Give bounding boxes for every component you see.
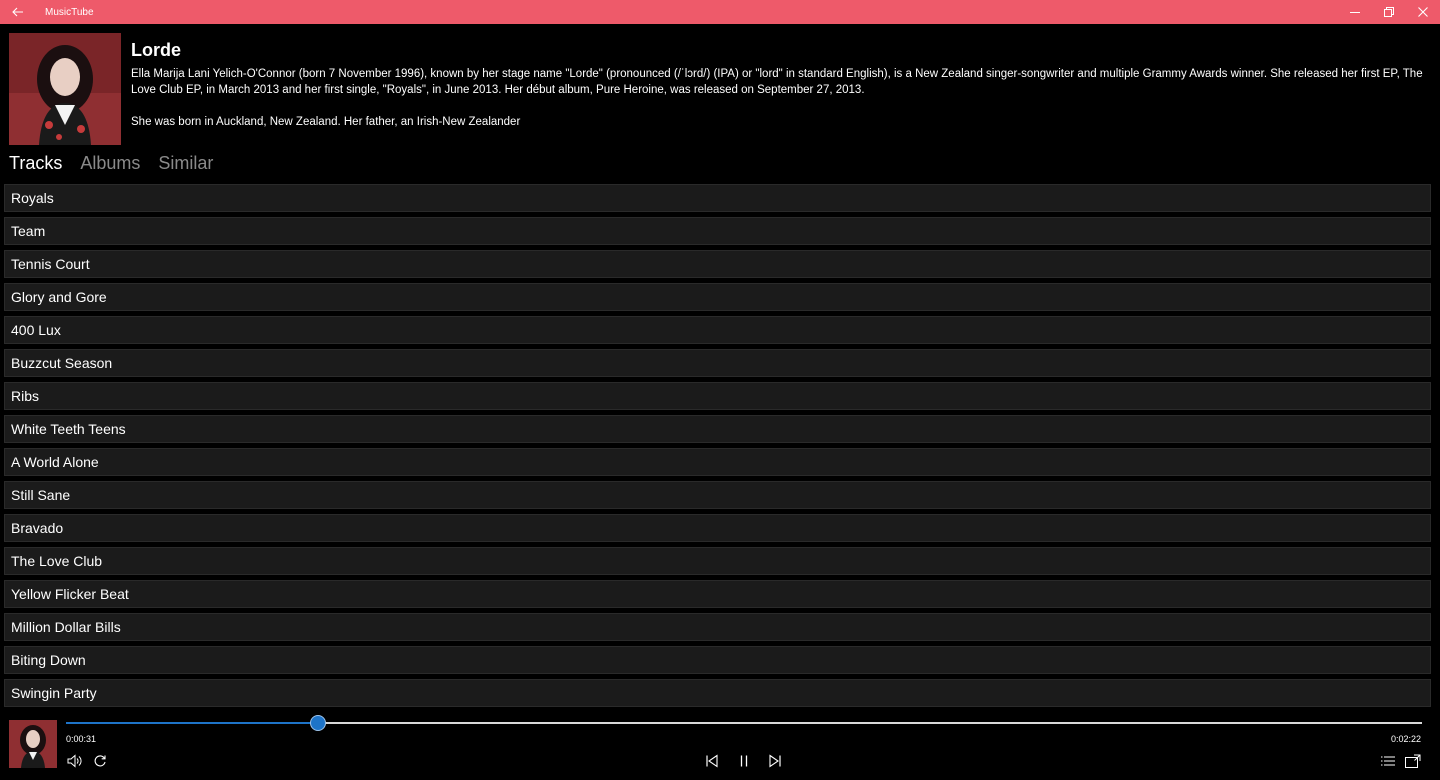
- repeat-button[interactable]: [92, 752, 108, 770]
- close-icon: [1418, 7, 1428, 17]
- artist-name: Lorde: [131, 40, 182, 60]
- window-controls: [1338, 0, 1440, 24]
- track-row[interactable]: Biting Down: [4, 646, 1431, 674]
- now-playing-thumbnail[interactable]: [9, 720, 57, 768]
- artist-photo: [9, 33, 121, 145]
- seek-progress: [66, 722, 319, 724]
- track-row[interactable]: Swingin Party: [4, 679, 1431, 707]
- artist-bio-paragraph: Ella Marija Lani Yelich-O'Connor (born 7…: [131, 68, 1423, 96]
- track-title: The Love Club: [11, 553, 103, 569]
- track-row[interactable]: 400 Lux: [4, 316, 1431, 344]
- tab-albums[interactable]: Albums: [80, 153, 140, 179]
- track-row[interactable]: White Teeth Teens: [4, 415, 1431, 443]
- track-title: Million Dollar Bills: [11, 619, 121, 635]
- track-row[interactable]: The Love Club: [4, 547, 1431, 575]
- compact-overlay-icon: [1405, 754, 1421, 768]
- track-row[interactable]: Buzzcut Season: [4, 349, 1431, 377]
- next-track-button[interactable]: [767, 752, 783, 770]
- track-row[interactable]: Royals: [4, 184, 1431, 212]
- track-row[interactable]: Bravado: [4, 514, 1431, 542]
- pause-button[interactable]: [736, 752, 752, 770]
- restore-button[interactable]: [1372, 0, 1406, 24]
- pause-icon: [740, 755, 748, 767]
- track-title: Ribs: [11, 388, 40, 404]
- tab-tracks[interactable]: Tracks: [9, 153, 62, 179]
- next-track-icon: [769, 754, 781, 768]
- volume-icon: [67, 754, 82, 768]
- artist-bio-paragraph: She was born in Auckland, New Zealand. H…: [131, 116, 521, 128]
- previous-track-icon: [706, 754, 718, 768]
- track-title: Team: [11, 223, 46, 239]
- title-bar: MusicTube: [0, 0, 1440, 24]
- back-button[interactable]: [0, 0, 36, 24]
- previous-track-button[interactable]: [704, 752, 720, 770]
- track-title: White Teeth Teens: [11, 421, 126, 437]
- back-arrow-icon: [12, 7, 23, 17]
- playlist-button[interactable]: [1380, 752, 1396, 770]
- artist-tabs: Tracks Albums Similar: [9, 153, 213, 179]
- minimize-icon: [1350, 12, 1360, 13]
- track-title: Royals: [11, 190, 54, 206]
- compact-overlay-button[interactable]: [1404, 752, 1422, 770]
- playlist-icon: [1381, 756, 1395, 766]
- volume-button[interactable]: [66, 752, 84, 770]
- artist-bio: Ella Marija Lani Yelich-O'Connor (born 7…: [131, 66, 1431, 130]
- window-title: MusicTube: [45, 6, 94, 18]
- track-title: Biting Down: [11, 652, 86, 668]
- track-row[interactable]: Team: [4, 217, 1431, 245]
- track-title: 400 Lux: [11, 322, 61, 338]
- track-title: Buzzcut Season: [11, 355, 113, 371]
- track-row[interactable]: A World Alone: [4, 448, 1431, 476]
- seek-thumb[interactable]: [310, 715, 327, 731]
- track-list: Royals Team Tennis Court Glory and Gore …: [4, 184, 1431, 712]
- track-row[interactable]: Still Sane: [4, 481, 1431, 509]
- track-row[interactable]: Yellow Flicker Beat: [4, 580, 1431, 608]
- track-row[interactable]: Glory and Gore: [4, 283, 1431, 311]
- minimize-button[interactable]: [1338, 0, 1372, 24]
- track-row[interactable]: Ribs: [4, 382, 1431, 410]
- current-time: 0:00:31: [66, 734, 97, 744]
- track-row[interactable]: Million Dollar Bills: [4, 613, 1431, 641]
- track-title: Bravado: [11, 520, 64, 536]
- track-title: Yellow Flicker Beat: [11, 586, 129, 602]
- track-title: Tennis Court: [11, 256, 90, 272]
- track-title: Still Sane: [11, 487, 71, 503]
- track-title: Glory and Gore: [11, 289, 107, 305]
- repeat-icon: [94, 755, 106, 767]
- restore-icon: [1384, 7, 1394, 17]
- close-button[interactable]: [1406, 0, 1440, 24]
- total-time: 0:02:22: [1390, 734, 1421, 744]
- track-title: A World Alone: [11, 454, 99, 470]
- track-row[interactable]: Tennis Court: [4, 250, 1431, 278]
- track-title: Swingin Party: [11, 685, 97, 701]
- seek-slider[interactable]: [66, 715, 1422, 731]
- tab-similar[interactable]: Similar: [158, 153, 213, 179]
